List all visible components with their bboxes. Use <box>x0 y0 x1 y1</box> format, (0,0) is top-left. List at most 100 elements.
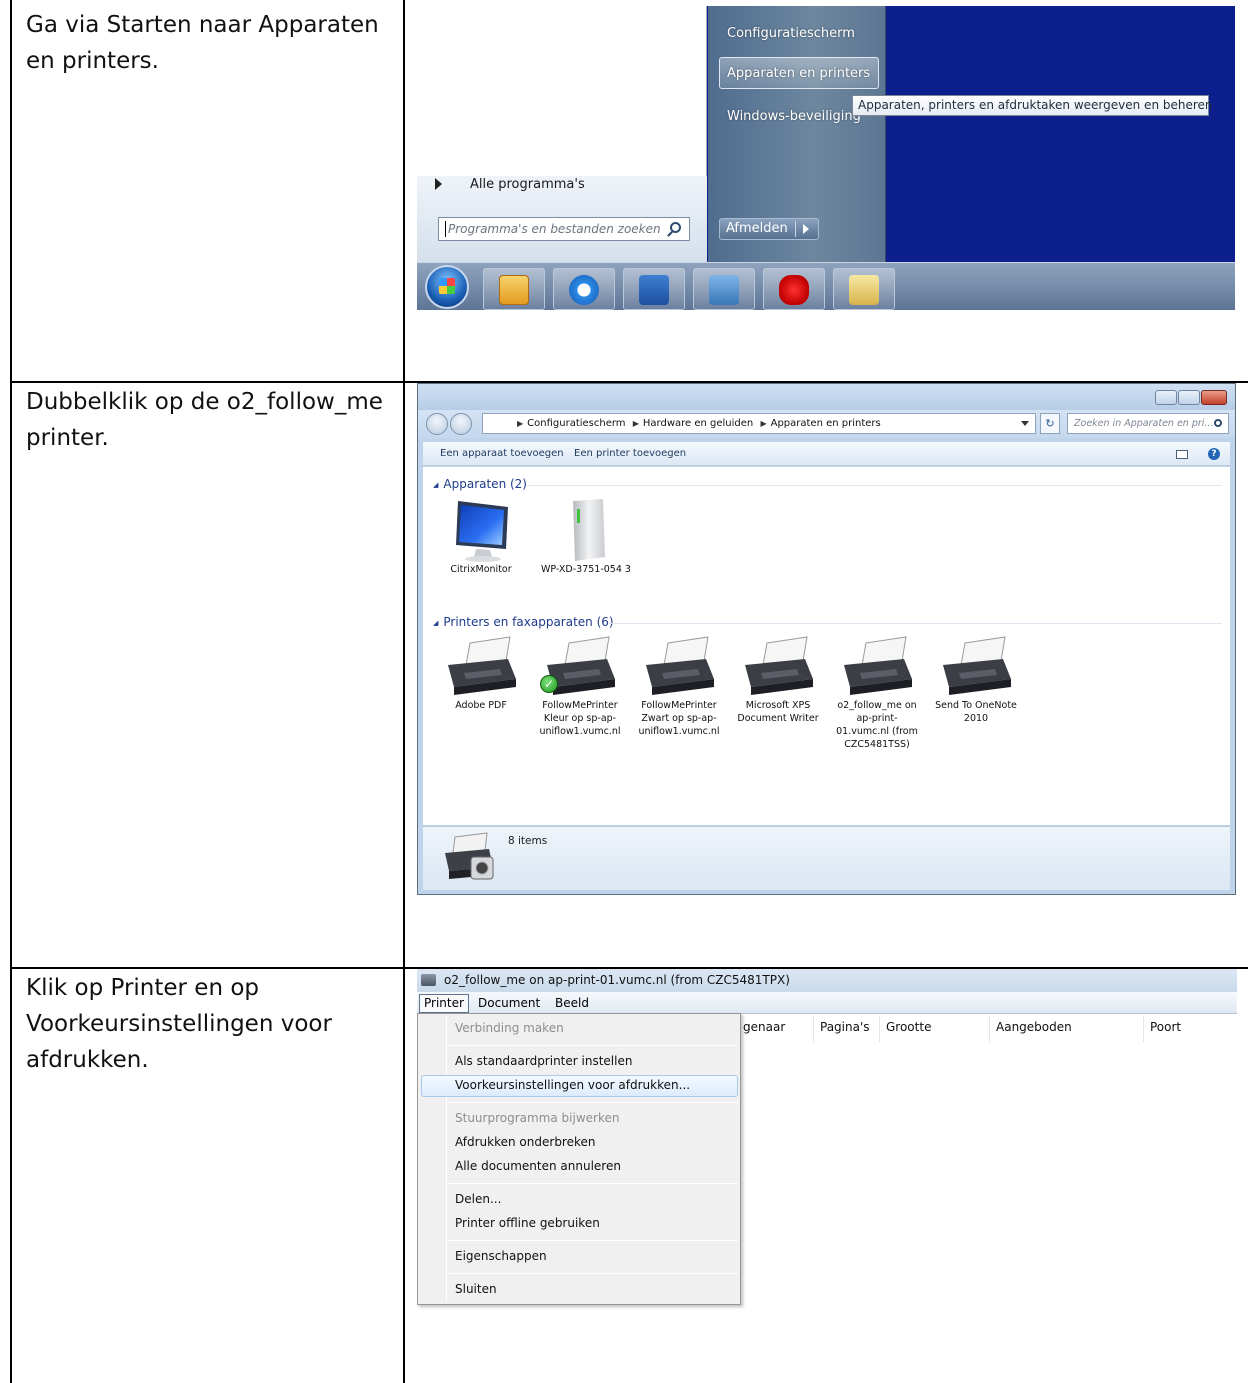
start-orb-icon[interactable] <box>425 265 469 309</box>
printer-label: FollowMePrinter Zwart op sp-ap-uniflow1.… <box>638 700 720 737</box>
menu-bar: Printer Document Beeld <box>417 992 1237 1014</box>
table-border-left <box>10 0 12 1383</box>
window-titlebar <box>418 384 1235 410</box>
back-icon[interactable] <box>426 413 448 435</box>
minimize-icon[interactable] <box>1155 390 1177 405</box>
menu-item-voorkeursinstellingen[interactable]: Voorkeursinstellingen voor afdrukken... <box>455 1078 690 1092</box>
address-dropdown-icon[interactable] <box>1021 421 1029 426</box>
taskbar-remote-desktop-button[interactable] <box>693 268 755 310</box>
breadcrumb-1[interactable]: Configuratiescherm <box>527 418 625 429</box>
menu-item-standaardprinter[interactable]: Als standaardprinter instellen <box>455 1054 632 1068</box>
printer-item[interactable]: Adobe PDF <box>435 635 527 712</box>
triangle-right-icon <box>435 178 442 190</box>
start-search-input[interactable]: Programma's en bestanden zoeken <box>438 217 690 241</box>
search-input[interactable]: Zoeken in Apparaten en pri... <box>1067 413 1229 434</box>
close-icon[interactable] <box>1201 390 1227 405</box>
taskbar-lync-button[interactable] <box>623 268 685 310</box>
forward-icon[interactable] <box>450 413 472 435</box>
breadcrumb-3[interactable]: Apparaten en printers <box>771 418 881 429</box>
column-header-grootte[interactable]: Grootte <box>886 1020 931 1034</box>
printer-item[interactable]: Send To OneNote 2010 <box>930 635 1022 725</box>
device-wp-xd[interactable]: WP-XD-3751-054 3 <box>539 497 633 576</box>
menu-printer[interactable]: Printer <box>419 994 469 1013</box>
address-row: ▶ Configuratiescherm ▶ Hardware en geluide… <box>418 410 1235 438</box>
column-header-poort[interactable]: Poort <box>1150 1020 1181 1034</box>
column-separator <box>879 1016 880 1042</box>
menu-item-delen[interactable]: Delen... <box>455 1192 501 1206</box>
logoff-separator <box>795 221 796 237</box>
printer-item[interactable]: Microsoft XPS Document Writer <box>732 635 824 725</box>
help-icon[interactable]: ? <box>1208 448 1220 460</box>
printer-label: Adobe PDF <box>455 700 507 711</box>
taskbar-explorer-button[interactable] <box>833 268 895 310</box>
printer-label: Send To OneNote 2010 <box>935 700 1017 724</box>
device-label: WP-XD-3751-054 3 <box>541 564 631 575</box>
tooltip: Apparaten, printers en afdruktaken weerg… <box>852 95 1213 116</box>
status-bar: 8 items <box>423 826 1230 890</box>
printer-item[interactable]: FollowMePrinter Kleur op sp-ap-uniflow1.… <box>534 635 626 738</box>
column-header-eigenaar[interactable]: genaar <box>743 1020 785 1034</box>
printer-label: Microsoft XPS Document Writer <box>737 700 819 724</box>
search-icon[interactable] <box>1214 419 1222 427</box>
start-menu-screenshot: Configuratiescherm Apparaten en printers… <box>417 6 1235 310</box>
menu-item-alle-documenten-annuleren[interactable]: Alle documenten annuleren <box>455 1159 621 1173</box>
all-programs-link[interactable]: Alle programma's <box>470 177 585 192</box>
instruction-step-3: Klik op Printer en op Voorkeursinstellin… <box>26 975 332 1073</box>
printer-icon <box>943 636 1011 695</box>
menu-separator <box>448 1273 738 1274</box>
menu-document[interactable]: Document <box>478 992 540 1014</box>
menu-beeld[interactable]: Beeld <box>555 992 589 1014</box>
table-divider <box>403 0 405 1383</box>
taskbar-ie-button[interactable] <box>553 268 615 310</box>
refresh-icon[interactable]: ↻ <box>1040 413 1060 434</box>
text-caret <box>445 221 446 237</box>
maximize-icon[interactable] <box>1178 390 1200 405</box>
view-options-icon[interactable] <box>1176 450 1188 459</box>
printer-icon <box>448 636 516 695</box>
start-item-apparaten-en-printers[interactable]: Apparaten en printers <box>727 66 870 81</box>
printer-icon <box>646 636 714 695</box>
device-label: CitrixMonitor <box>450 564 512 575</box>
menu-item-stuurprogramma-bijwerken: Stuurprogramma bijwerken <box>455 1111 620 1125</box>
printer-icon <box>844 636 912 695</box>
menu-separator <box>448 1102 738 1103</box>
search-icon[interactable] <box>670 222 681 233</box>
printer-camera-icon <box>445 832 494 880</box>
printer-icon <box>421 974 436 986</box>
taskbar-outlook-button[interactable] <box>483 268 545 310</box>
start-item-configuratiescherm[interactable]: Configuratiescherm <box>727 26 855 41</box>
menu-item-printer-offline[interactable]: Printer offline gebruiken <box>455 1216 600 1230</box>
group-line <box>608 623 1222 624</box>
printer-item[interactable]: o2_follow_me on ap-print-01.vumc.nl (fro… <box>831 635 923 751</box>
column-header-aangeboden[interactable]: Aangeboden <box>996 1020 1072 1034</box>
group-apparaten[interactable]: Apparaten (2) <box>433 477 527 491</box>
logoff-button[interactable]: Afmelden <box>719 218 819 240</box>
printer-icon <box>745 636 813 695</box>
item-count: 8 items <box>508 835 548 847</box>
start-menu-programs-pane <box>417 6 707 176</box>
column-separator <box>1143 1016 1144 1042</box>
group-printers[interactable]: Printers en faxapparaten (6) <box>433 615 613 629</box>
search-placeholder: Zoeken in Apparaten en pri... <box>1074 418 1214 429</box>
add-printer-button[interactable]: Een printer toevoegen <box>574 442 686 466</box>
menu-item-afdrukken-onderbreken[interactable]: Afdrukken onderbreken <box>455 1135 596 1149</box>
printer-item[interactable]: FollowMePrinter Zwart op sp-ap-uniflow1.… <box>633 635 725 738</box>
shutdown-options-arrow-icon[interactable] <box>803 224 809 234</box>
start-search-placeholder: Programma's en bestanden zoeken <box>448 222 661 236</box>
printer-menu: Verbinding maken Als standaardprinter in… <box>417 1013 741 1305</box>
queue-titlebar: o2_follow_me on ap-print-01.vumc.nl (fro… <box>417 969 1237 992</box>
add-device-button[interactable]: Een apparaat toevoegen <box>440 442 564 466</box>
printer-label: FollowMePrinter Kleur op sp-ap-uniflow1.… <box>539 700 621 737</box>
file-explorer-icon <box>849 275 879 305</box>
taskbar-red-app-button[interactable] <box>763 268 825 310</box>
menu-separator <box>448 1045 738 1046</box>
address-bar[interactable]: ▶ Configuratiescherm ▶ Hardware en geluide… <box>482 413 1036 434</box>
column-header-paginas[interactable]: Pagina's <box>820 1020 870 1034</box>
breadcrumb-2[interactable]: Hardware en geluiden <box>643 418 753 429</box>
menu-item-eigenschappen[interactable]: Eigenschappen <box>455 1249 547 1263</box>
monitor-icon <box>456 501 508 562</box>
device-citrixmonitor[interactable]: CitrixMonitor <box>435 497 527 576</box>
instruction-step-1: Ga via Starten naar Apparaten en printer… <box>26 12 379 74</box>
start-item-windows-beveiliging[interactable]: Windows-beveiliging <box>727 109 861 124</box>
menu-item-sluiten[interactable]: Sluiten <box>455 1282 497 1296</box>
